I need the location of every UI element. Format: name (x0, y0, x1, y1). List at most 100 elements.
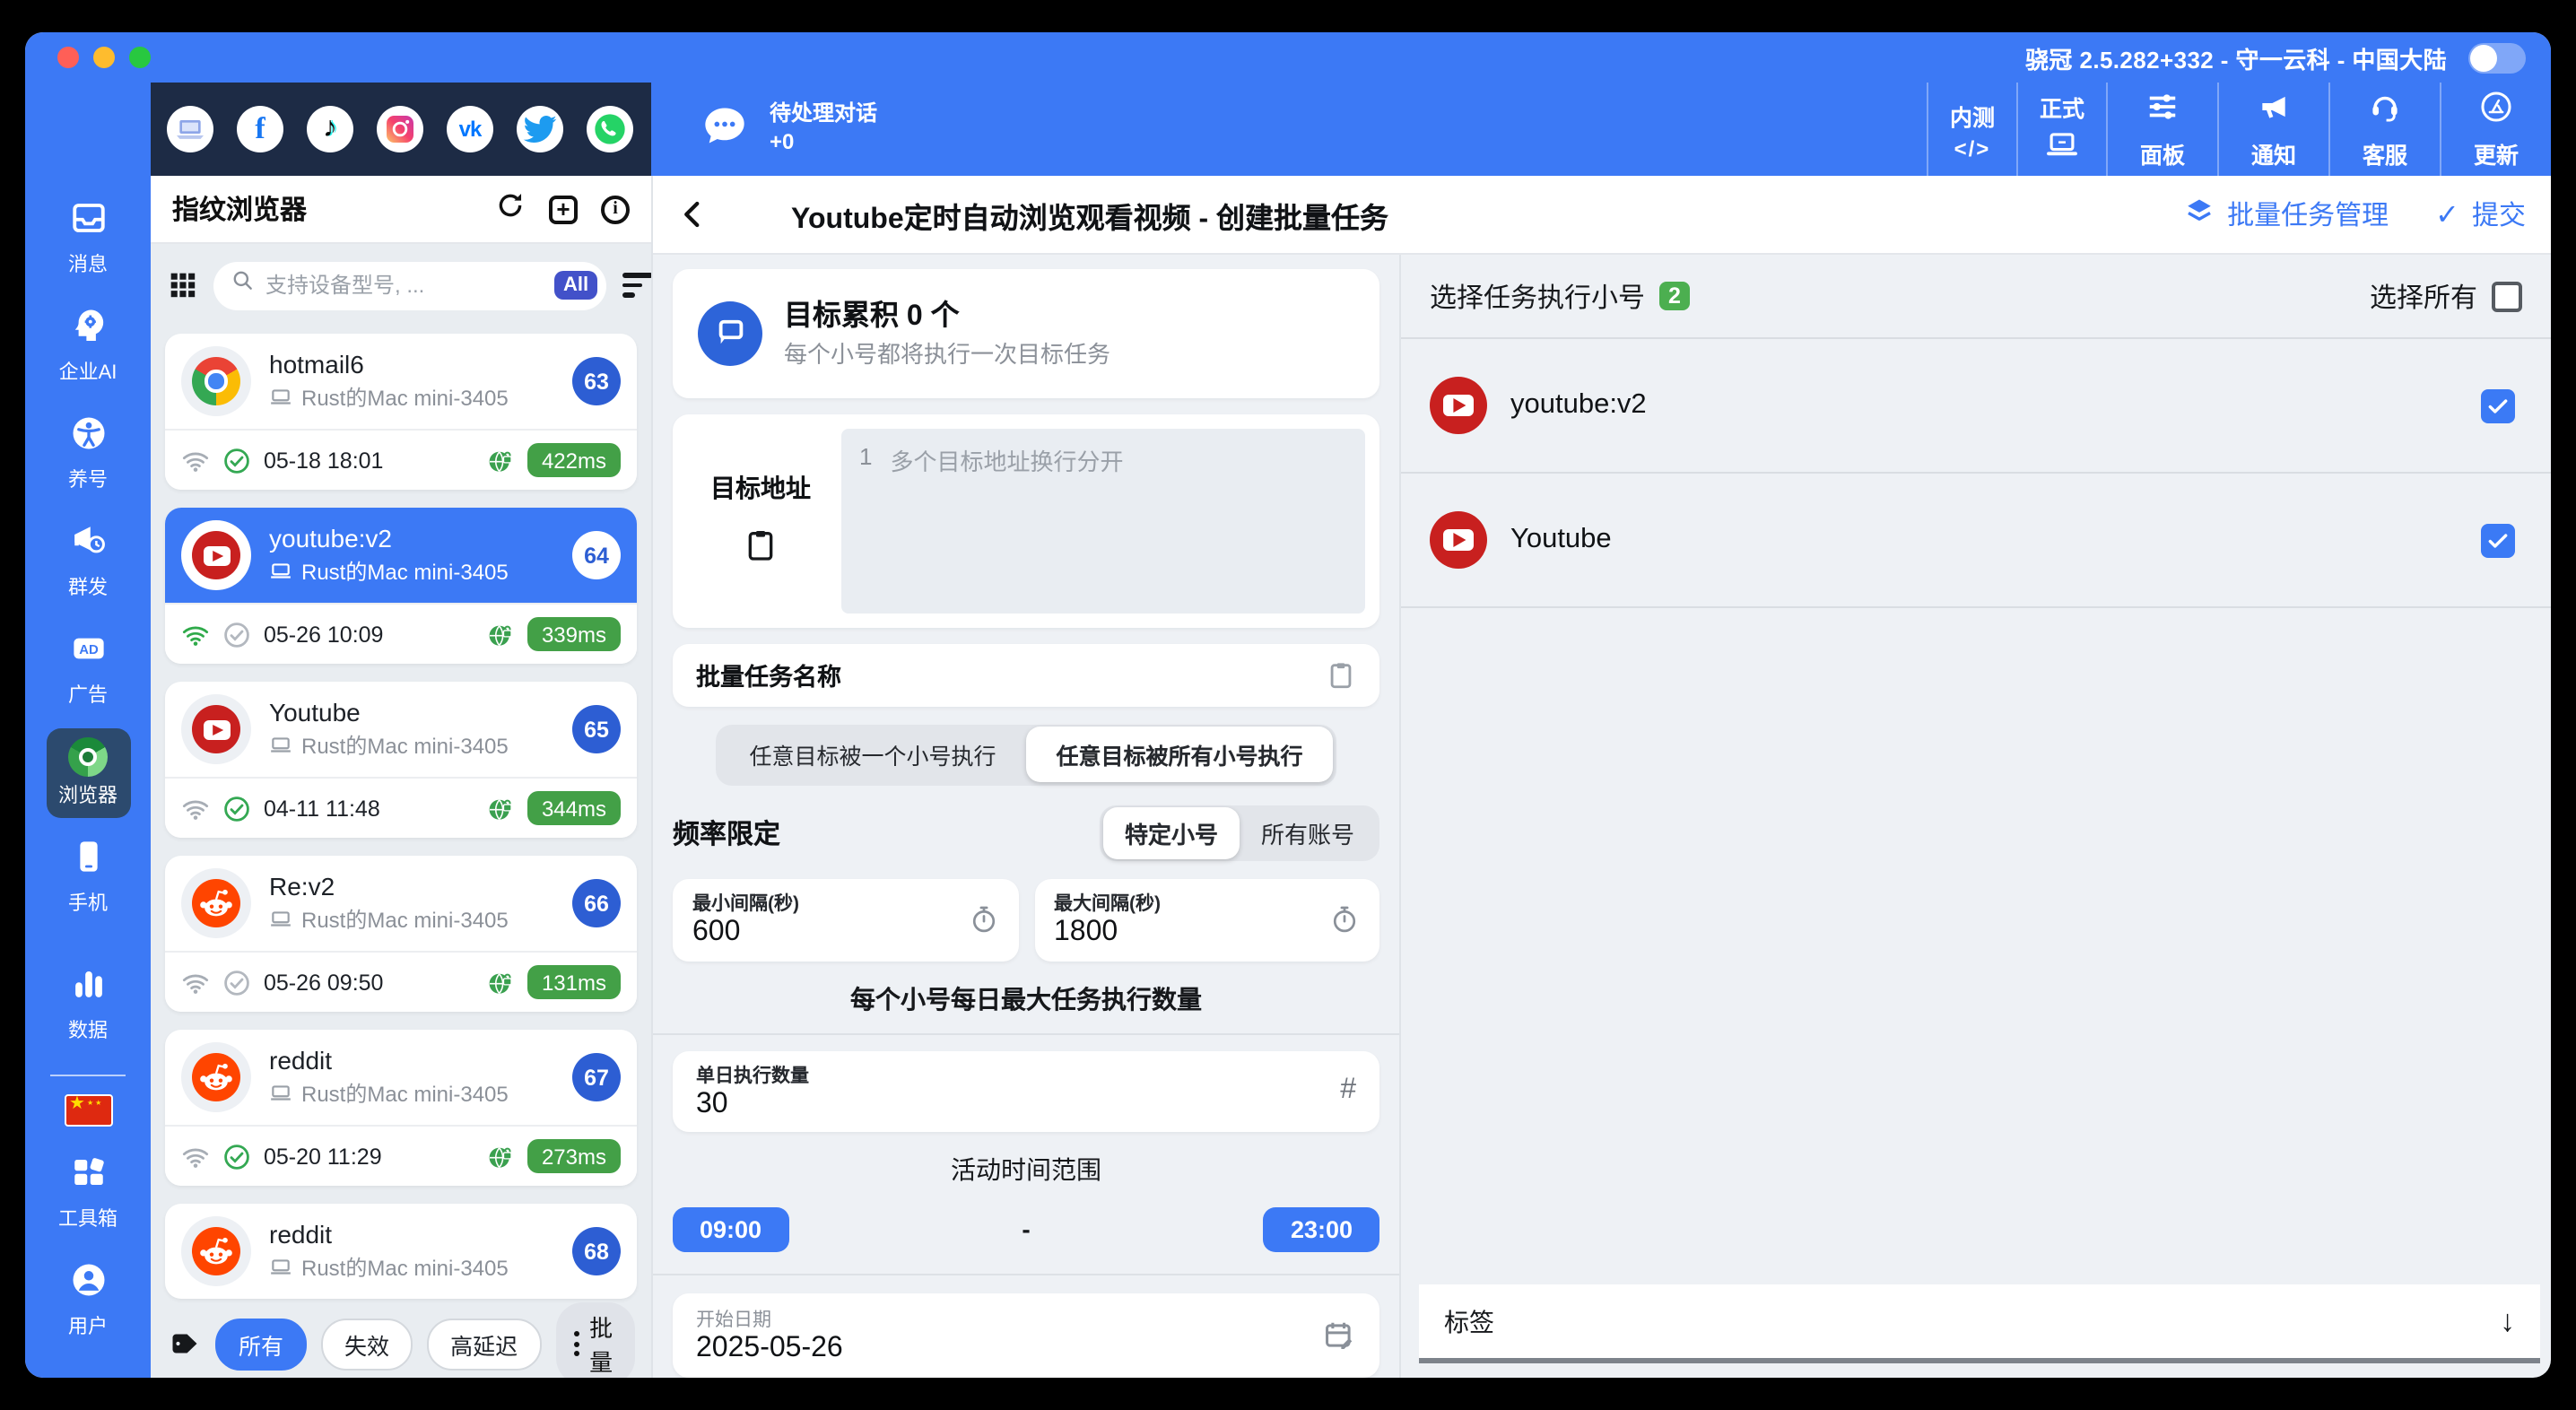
minimize-window-button[interactable] (93, 47, 115, 68)
whatsapp-icon[interactable] (587, 106, 633, 152)
mode-option-single[interactable]: 任意目标被一个小号执行 (719, 727, 1026, 783)
check-circle-icon (224, 970, 249, 995)
search-input[interactable] (265, 273, 544, 298)
support-button[interactable]: 客服 (2328, 83, 2440, 176)
filter-invalid[interactable]: 失效 (321, 1318, 413, 1370)
time-range-dash: - (1022, 1214, 1031, 1244)
sidebar-item-phone[interactable]: 手机 (56, 829, 120, 926)
tags-label: 标签 (1444, 1307, 1494, 1336)
sidebar-item-user[interactable]: 用户 (56, 1252, 120, 1349)
select-all[interactable]: 选择所有 (2370, 277, 2522, 315)
back-button[interactable] (678, 199, 709, 230)
account-select-title: 选择任务执行小号 (1430, 283, 1646, 313)
avatar (181, 520, 251, 590)
close-window-button[interactable] (57, 47, 79, 68)
pending-chats[interactable]: 待处理对话 +0 (651, 83, 1927, 176)
topbar: f ♪ vk 待处理对话 +0 内测 </> 正式 面板 通知 客服 更新 (25, 83, 2551, 176)
check-circle-icon (224, 622, 249, 647)
titlebar: 骁冠 2.5.282+332 - 守一云科 - 中国大陆 (25, 32, 2551, 83)
frequency-row: 频率限定 特定小号 所有账号 (673, 805, 1379, 861)
frequency-specific-option[interactable]: 特定小号 (1102, 806, 1240, 859)
search-scope-badge[interactable]: All (554, 271, 598, 300)
proxy-globe-icon (489, 450, 512, 471)
vk-icon[interactable]: vk (447, 106, 493, 152)
tags-field[interactable]: 标签 ↓ (1419, 1284, 2540, 1363)
sidebar-item-account-nurturing[interactable]: 养号 (56, 405, 120, 502)
account-row[interactable]: Youtube (1401, 474, 2551, 606)
sidebar-item-messages[interactable]: 消息 (56, 190, 120, 287)
refresh-icon[interactable] (495, 189, 526, 229)
sidebar-item-browser[interactable]: 浏览器 (46, 728, 130, 818)
filter-high-latency[interactable]: 高延迟 (427, 1318, 542, 1370)
profiles-title: 指纹浏览器 (172, 196, 308, 226)
twitter-icon[interactable] (517, 106, 563, 152)
svg-text:AD: AD (78, 643, 98, 657)
last-open-time: 05-18 18:01 (264, 448, 384, 473)
website-icon[interactable] (167, 106, 213, 152)
clipboard-icon[interactable] (743, 527, 779, 572)
start-date-field[interactable]: 开始日期 2025-05-26 (673, 1292, 1379, 1378)
min-interval-value: 600 (692, 917, 741, 948)
account-checkbox-checked[interactable] (2481, 523, 2515, 557)
min-interval-field[interactable]: 最小间隔(秒) 600 (673, 878, 1018, 962)
tag-icon[interactable] (169, 1327, 201, 1360)
sidebar-item-enterprise-ai[interactable]: 企业AI (47, 298, 130, 395)
search-field[interactable]: All (213, 261, 607, 309)
facebook-icon[interactable]: f (237, 106, 283, 152)
panel-button[interactable]: 面板 (2106, 83, 2217, 176)
theme-toggle[interactable] (2468, 42, 2526, 73)
divider (1401, 606, 2551, 608)
china-flag-icon[interactable]: ★ ★★ (64, 1094, 112, 1127)
sidebar-item-ads[interactable]: AD 广告 (56, 621, 120, 718)
tiktok-icon[interactable]: ♪ (307, 106, 353, 152)
traffic-lights (25, 47, 151, 68)
laptop-icon (271, 736, 291, 753)
laptop-icon (271, 388, 291, 405)
select-all-checkbox[interactable] (2492, 281, 2522, 311)
grid-view-icon[interactable] (169, 271, 197, 300)
profile-number-badge: 66 (572, 879, 621, 927)
profile-device: Rust的Mac mini-3405 (301, 385, 509, 411)
frequency-all-option[interactable]: 所有账号 (1240, 807, 1376, 859)
filter-all[interactable]: 所有 (215, 1318, 308, 1370)
target-address-card: 目标地址 1 多个目标地址换行分开 (673, 413, 1379, 628)
info-icon[interactable]: i (601, 195, 630, 223)
profile-card[interactable]: reddit Rust的Mac mini-3405 67 05-20 11:29… (165, 1030, 637, 1186)
sidebar-item-bulk-send[interactable]: 群发 (56, 513, 120, 610)
update-button[interactable]: 更新 (2440, 83, 2551, 176)
zoom-window-button[interactable] (129, 47, 151, 68)
window-title: 骁冠 2.5.282+332 - 守一云科 - 中国大陆 (2025, 46, 2447, 73)
max-interval-field[interactable]: 最大间隔(秒) 1800 (1034, 878, 1379, 962)
submit-button[interactable]: ✓ 提交 (2435, 196, 2526, 233)
page-title: Youtube定时自动浏览观看视频 - 创建批量任务 (791, 204, 1389, 234)
end-time-button[interactable]: 23:00 (1263, 1206, 1379, 1252)
add-profile-icon[interactable]: + (549, 195, 578, 223)
sort-icon[interactable] (622, 273, 654, 298)
profile-card-selected[interactable]: youtube:v2 Rust的Mac mini-3405 64 05-26 1… (165, 508, 637, 664)
stopwatch-icon (1333, 907, 1356, 934)
profile-card[interactable]: reddit Rust的Mac mini-3405 68 (165, 1204, 637, 1299)
release-button[interactable]: 正式 (2015, 83, 2106, 176)
target-address-textarea[interactable]: 1 多个目标地址换行分开 (841, 428, 1365, 614)
toolbox-icon (69, 1153, 107, 1200)
batch-task-manage-button[interactable]: 批量任务管理 (2182, 195, 2389, 234)
notifications-button[interactable]: 通知 (2217, 83, 2328, 176)
batch-button[interactable]: 批量 (555, 1302, 635, 1378)
profile-card[interactable]: hotmail6 Rust的Mac mini-3405 63 05-18 18:… (165, 334, 637, 490)
avatar (181, 1042, 251, 1112)
mode-option-all[interactable]: 任意目标被所有小号执行 (1026, 727, 1333, 783)
profile-device: Rust的Mac mini-3405 (301, 559, 509, 585)
account-checkbox-checked[interactable] (2481, 388, 2515, 422)
account-row[interactable]: youtube:v2 (1401, 339, 2551, 472)
divider (653, 1032, 1399, 1035)
beta-button[interactable]: 内测 </> (1926, 83, 2016, 176)
profile-card[interactable]: Re:v2 Rust的Mac mini-3405 66 05-26 09:50 … (165, 856, 637, 1012)
instagram-icon[interactable] (377, 106, 423, 152)
daily-count-field[interactable]: 单日执行数量 30 # (673, 1050, 1379, 1132)
task-name-field[interactable]: 批量任务名称 (673, 643, 1379, 707)
start-time-button[interactable]: 09:00 (673, 1206, 789, 1252)
laptop-icon (271, 1084, 291, 1101)
profile-card[interactable]: Youtube Rust的Mac mini-3405 65 04-11 11:4… (165, 682, 637, 838)
sidebar-item-toolbox[interactable]: 工具箱 (46, 1145, 130, 1241)
sidebar-item-data[interactable]: 数据 (56, 956, 120, 1053)
